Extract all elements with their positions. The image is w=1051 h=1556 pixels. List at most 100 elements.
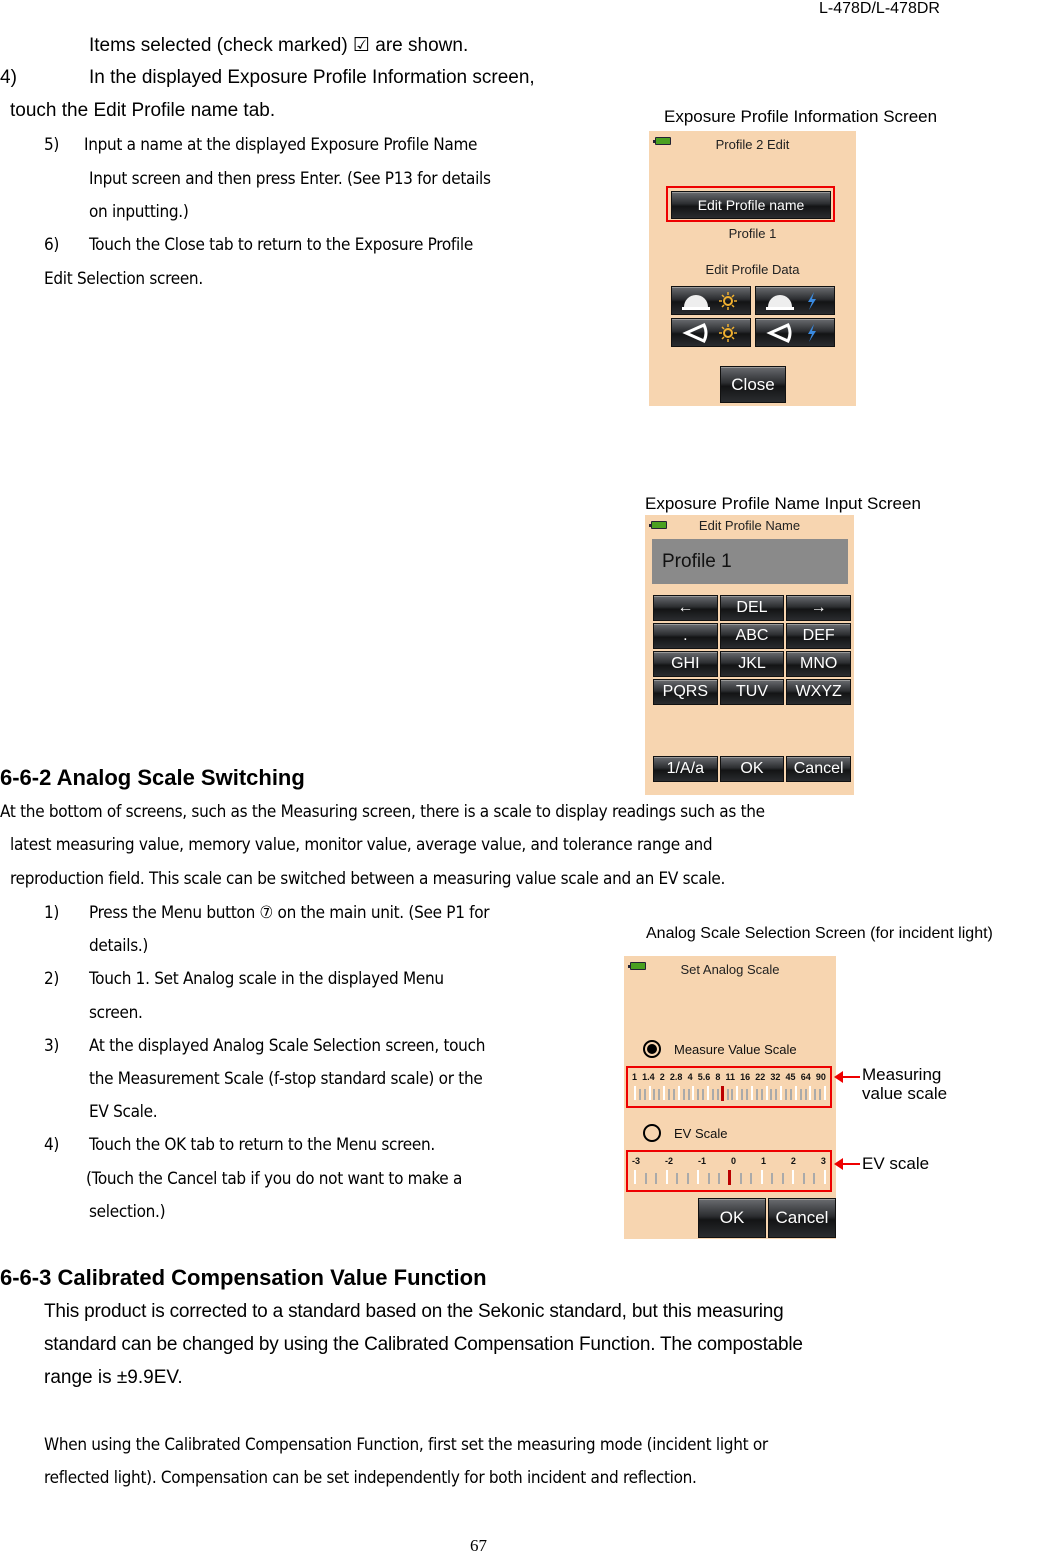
tick-label: 16 xyxy=(740,1072,751,1082)
measure-scale-radio[interactable] xyxy=(643,1040,661,1058)
step-number: 6) xyxy=(44,235,60,255)
measure-tick-labels: 1 1.4 2 2.8 4 5.6 8 11 16 22 32 45 64 90 xyxy=(632,1072,826,1082)
ev-scale: -3 -2 -1 0 1 2 3 xyxy=(626,1150,832,1192)
page-number: 67 xyxy=(470,1536,487,1555)
major-tick xyxy=(824,1170,826,1184)
name-input-screen: Edit Profile Name Profile 1 ← DEL → . AB… xyxy=(645,515,854,795)
minor-tick xyxy=(813,1173,816,1184)
major-tick xyxy=(707,1086,710,1100)
incident-ambient-button[interactable] xyxy=(671,286,751,315)
cursor-left-key[interactable]: ← xyxy=(653,595,718,621)
model-header: L-478D/L-478DR xyxy=(819,0,940,17)
step-text: (Touch the Cancel tab if you do not want… xyxy=(86,1169,463,1189)
key-pqrs[interactable]: PQRS xyxy=(653,679,718,705)
step-text: EV Scale. xyxy=(89,1102,158,1122)
section-heading: 6-6-3 Calibrated Compensation Value Func… xyxy=(0,1265,487,1290)
profile-name-label: Profile 1 xyxy=(728,226,777,241)
reflected-flash-button[interactable] xyxy=(755,318,835,347)
tick-label: 2.8 xyxy=(669,1072,683,1082)
highlight-box xyxy=(666,186,835,222)
minor-tick xyxy=(686,1173,689,1184)
major-tick xyxy=(750,1086,753,1100)
case-toggle-key[interactable]: 1/A/a xyxy=(653,756,718,782)
analog-scale-screen: Set Analog Scale Measure Value Scale 1 1.… xyxy=(624,956,836,1239)
major-tick xyxy=(792,1170,795,1184)
step-number: 5) xyxy=(44,135,60,155)
key-mno[interactable]: MNO xyxy=(786,651,851,677)
ev-scale-label[interactable]: EV Scale xyxy=(674,1126,727,1141)
selected-items-note: Items selected (check marked) ☑ are show… xyxy=(89,35,469,56)
major-tick xyxy=(765,1086,768,1100)
step-text: At the displayed Analog Scale Selection … xyxy=(89,1036,486,1056)
paragraph-line: When using the Calibrated Compensation F… xyxy=(44,1435,768,1455)
cursor-right-key[interactable]: → xyxy=(786,595,851,621)
edit-profile-data-label: Edit Profile Data xyxy=(705,262,800,277)
minor-tick xyxy=(802,1173,805,1184)
key-tuv[interactable]: TUV xyxy=(719,679,785,705)
step-text: the Measurement Scale (f‐stop standard s… xyxy=(89,1069,483,1089)
tick-label: 1 xyxy=(632,1072,638,1082)
key-abc[interactable]: ABC xyxy=(719,623,785,649)
key-period[interactable]: . xyxy=(653,623,718,649)
incident-flash-button[interactable] xyxy=(755,286,835,315)
major-tick xyxy=(677,1086,680,1100)
step-text: Input a name at the displayed Exposure P… xyxy=(84,135,478,155)
key-def[interactable]: DEF xyxy=(786,623,851,649)
major-tick xyxy=(648,1086,651,1100)
reflected-flash-icon xyxy=(766,322,816,343)
minor-tick xyxy=(658,1089,661,1100)
tick-label: -1 xyxy=(697,1156,706,1166)
reflected-ambient-button[interactable] xyxy=(671,318,751,347)
step-text: Edit Selection screen. xyxy=(44,269,203,289)
minor-tick xyxy=(702,1089,705,1100)
delete-key[interactable]: DEL xyxy=(719,595,785,621)
minor-tick xyxy=(711,1089,714,1100)
close-button[interactable]: Close xyxy=(720,366,786,403)
bottom-keys: 1/A/a OK Cancel xyxy=(653,756,851,782)
minor-tick xyxy=(775,1089,778,1100)
tick-label: 0 xyxy=(730,1156,736,1166)
screen-title: Profile 2 Edit xyxy=(715,137,790,152)
major-tick xyxy=(760,1170,763,1184)
major-tick xyxy=(809,1086,812,1100)
cancel-button[interactable]: Cancel xyxy=(768,1198,836,1238)
tick-label: 1 xyxy=(760,1156,766,1166)
minor-tick xyxy=(697,1089,700,1100)
minor-tick xyxy=(707,1173,710,1184)
paragraph-line: latest measuring value, memory value, mo… xyxy=(10,835,713,855)
scale-pointer xyxy=(720,1086,724,1101)
minor-tick xyxy=(741,1089,744,1100)
tick-label: 8 xyxy=(715,1072,721,1082)
tick-label: 2 xyxy=(659,1072,665,1082)
step-text: Touch the Close tab to return to the Exp… xyxy=(89,235,473,255)
paragraph-line: standard can be changed by using the Cal… xyxy=(44,1334,803,1355)
cancel-button[interactable]: Cancel xyxy=(786,756,851,782)
major-tick xyxy=(780,1086,783,1100)
screen-caption: Analog Scale Selection Screen (for incid… xyxy=(646,925,993,942)
minor-tick xyxy=(668,1089,671,1100)
paragraph-line: range is ±9.9EV. xyxy=(44,1367,183,1388)
profile-name-input[interactable]: Profile 1 xyxy=(652,539,848,584)
step-text: Touch 1. Set Analog scale in the display… xyxy=(89,969,444,989)
paragraph-line: At the bottom of screens, such as the Me… xyxy=(0,802,765,822)
key-ghi[interactable]: GHI xyxy=(653,651,718,677)
tick-label: 22 xyxy=(755,1072,766,1082)
ok-button[interactable]: OK xyxy=(719,756,785,782)
tick-label: 3 xyxy=(820,1156,826,1166)
minor-tick xyxy=(770,1089,773,1100)
measure-value-scale: 1 1.4 2 2.8 4 5.6 8 11 16 22 32 45 64 90 xyxy=(626,1066,832,1108)
key-wxyz[interactable]: WXYZ xyxy=(786,679,851,705)
major-tick xyxy=(634,1086,636,1100)
step-text: touch the Edit Profile name tab. xyxy=(10,100,276,121)
measure-scale-annotation: Measuring value scale xyxy=(862,1065,947,1103)
minor-tick xyxy=(655,1173,658,1184)
paragraph-line: This product is corrected to a standard … xyxy=(44,1301,784,1322)
major-tick xyxy=(824,1086,826,1100)
measure-scale-label[interactable]: Measure Value Scale xyxy=(674,1042,797,1057)
minor-tick xyxy=(814,1089,817,1100)
key-jkl[interactable]: JKL xyxy=(719,651,785,677)
ev-scale-radio[interactable] xyxy=(643,1124,661,1142)
dome-flash-icon xyxy=(766,291,816,310)
ok-button[interactable]: OK xyxy=(698,1198,766,1238)
major-tick xyxy=(665,1170,668,1184)
